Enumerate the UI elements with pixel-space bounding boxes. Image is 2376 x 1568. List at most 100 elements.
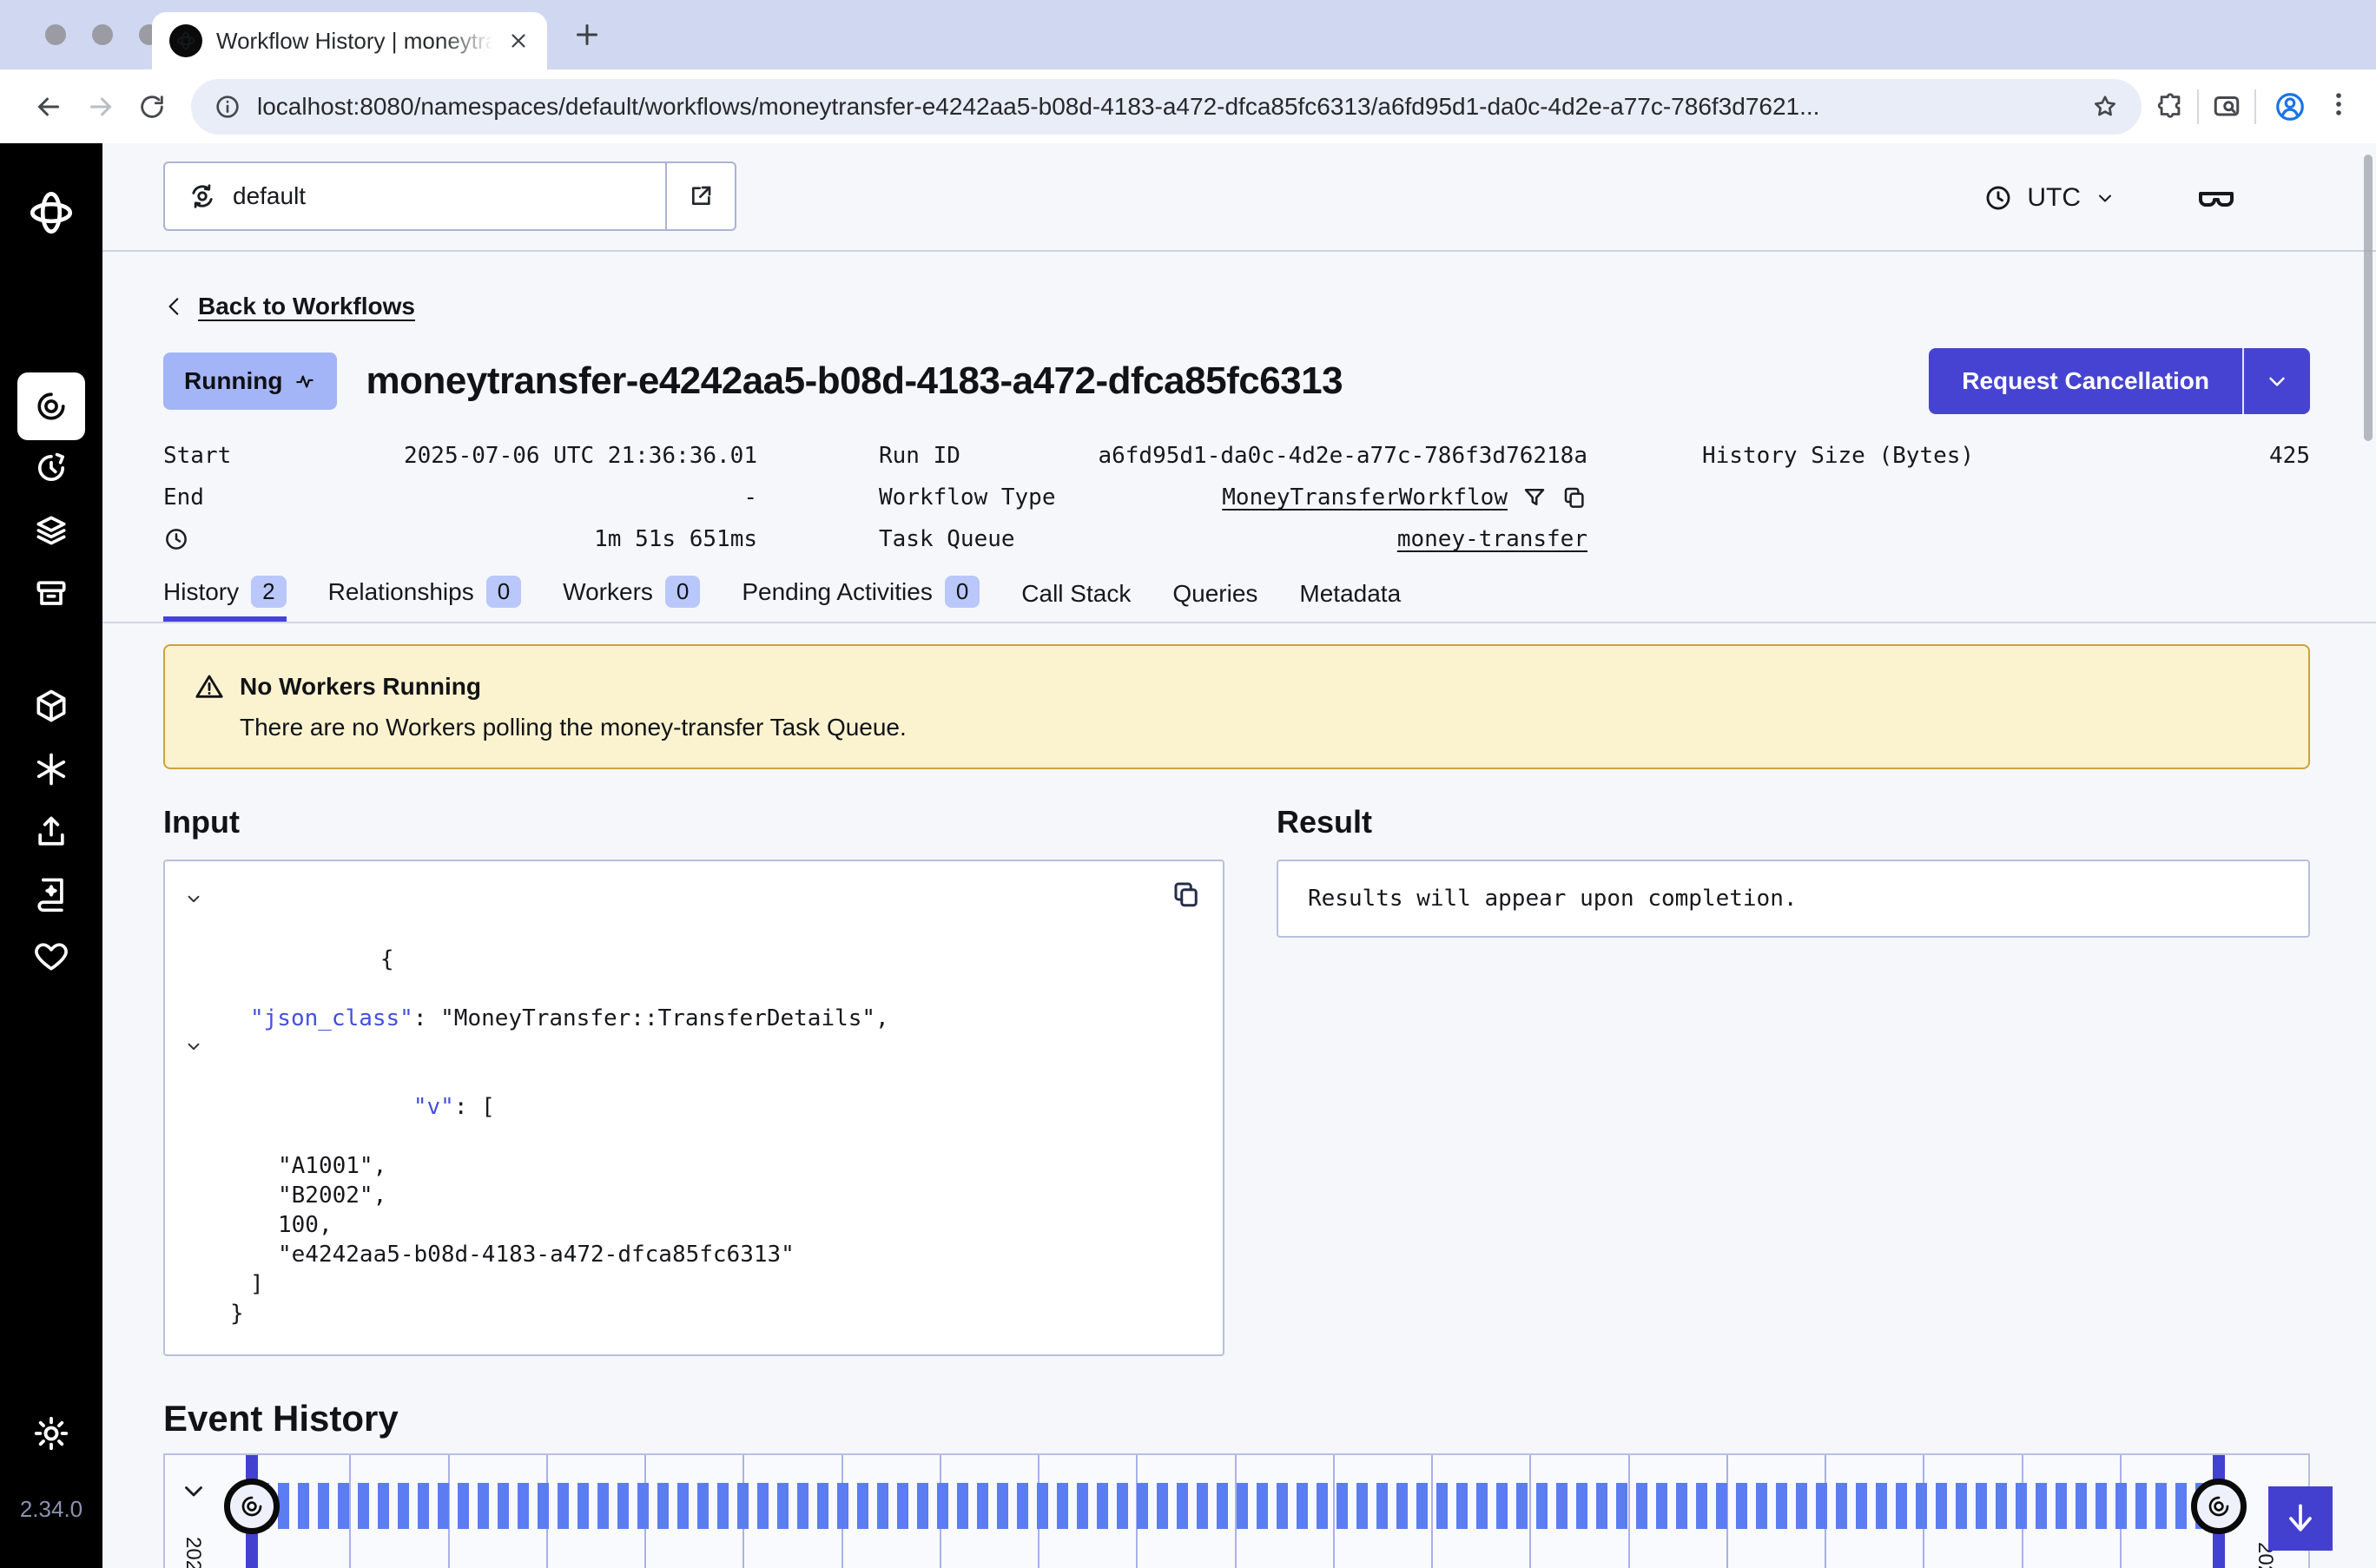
spiral-icon bbox=[238, 1492, 266, 1520]
namespace-name: default bbox=[233, 182, 306, 210]
timezone-selector[interactable]: UTC bbox=[1983, 143, 2115, 252]
workflow-details: Start2025-07-06 UTC 21:36:36.01 End- 1m … bbox=[163, 435, 2310, 560]
status-badge[interactable]: Running bbox=[163, 352, 337, 410]
temporal-logo-icon[interactable] bbox=[27, 188, 76, 237]
tab-count-badge: 0 bbox=[486, 576, 521, 608]
browser-tab-strip: Workflow History | moneytran bbox=[0, 0, 2376, 69]
warning-triangle-icon bbox=[195, 672, 224, 702]
site-info-icon[interactable] bbox=[214, 93, 241, 121]
toolbar-divider bbox=[2254, 89, 2256, 124]
sidebar-item-docs[interactable] bbox=[32, 875, 70, 913]
reload-icon[interactable] bbox=[137, 92, 167, 122]
workflow-tabs: History2 Relationships0 Workers0 Pending… bbox=[102, 576, 2376, 623]
app-topbar: default UTC bbox=[102, 143, 2376, 252]
tab-relationships[interactable]: Relationships0 bbox=[328, 576, 522, 622]
back-to-workflows-link[interactable]: Back to Workflows bbox=[163, 293, 415, 320]
sidebar-item-feedback[interactable] bbox=[32, 937, 70, 975]
tab-workers[interactable]: Workers0 bbox=[563, 576, 700, 622]
json-line: "v": [ bbox=[165, 1033, 1197, 1151]
browser-menu-kebab-icon[interactable] bbox=[2324, 89, 2353, 123]
profile-avatar-icon[interactable] bbox=[2274, 90, 2307, 123]
json-line: { bbox=[165, 886, 1197, 1004]
theme-sun-icon[interactable] bbox=[31, 1413, 71, 1453]
app-sidebar: 2.34.0 bbox=[0, 143, 102, 1568]
task-queue-link[interactable]: money-transfer bbox=[1397, 526, 1587, 552]
window-close-button[interactable] bbox=[45, 24, 66, 45]
latest-event-marker[interactable] bbox=[2191, 1479, 2247, 1534]
tab-history[interactable]: History2 bbox=[163, 576, 287, 622]
labs-glasses-icon[interactable] bbox=[2195, 143, 2237, 252]
tab-call-stack[interactable]: Call Stack bbox=[1021, 580, 1131, 622]
window-minimize-button[interactable] bbox=[92, 24, 113, 45]
tab-queries[interactable]: Queries bbox=[1172, 580, 1257, 622]
chevron-down-icon bbox=[2095, 188, 2115, 208]
extensions-puzzle-icon[interactable] bbox=[2155, 92, 2185, 122]
browser-toolbar: localhost:8080/namespaces/default/workfl… bbox=[0, 69, 2376, 143]
sidebar-item-import-events[interactable] bbox=[32, 813, 70, 851]
temporal-favicon-icon bbox=[169, 24, 202, 57]
input-json-viewer: { "json_class": "MoneyTransfer::Transfer… bbox=[163, 860, 1224, 1356]
json-line: } bbox=[165, 1299, 1197, 1328]
workflow-type-link[interactable]: MoneyTransferWorkflow bbox=[1222, 484, 1508, 511]
collapse-chevron-icon[interactable] bbox=[184, 1037, 203, 1056]
back-icon[interactable] bbox=[33, 91, 64, 122]
forward-icon[interactable] bbox=[85, 91, 116, 122]
tab-metadata[interactable]: Metadata bbox=[1299, 580, 1401, 622]
scroll-to-bottom-button[interactable] bbox=[2268, 1486, 2333, 1551]
schedules-clock-icon bbox=[32, 449, 70, 487]
timeline-running-span-bar[interactable] bbox=[258, 1483, 2213, 1529]
request-cancellation-button[interactable]: Request Cancellation bbox=[1929, 348, 2310, 414]
event-history-heading: Event History bbox=[163, 1398, 2310, 1440]
json-line: "A1001", bbox=[165, 1151, 1197, 1181]
sidebar-item-batch-operations[interactable] bbox=[32, 575, 70, 613]
json-line: 100, bbox=[165, 1210, 1197, 1240]
sidebar-item-workflows[interactable] bbox=[17, 372, 85, 440]
new-tab-button[interactable] bbox=[571, 19, 603, 50]
sidebar-item-nexus[interactable] bbox=[32, 750, 70, 788]
batch-archive-icon bbox=[32, 575, 70, 613]
main-content: default UTC Back to Workflows bbox=[102, 143, 2376, 1568]
detail-duration: 1m 51s 651ms bbox=[163, 518, 757, 560]
url-text[interactable]: localhost:8080/namespaces/default/workfl… bbox=[257, 93, 2076, 121]
tab-count-badge: 0 bbox=[945, 576, 980, 608]
workflow-started-event-marker[interactable] bbox=[224, 1479, 280, 1534]
timeline-collapse-chevron-icon[interactable] bbox=[179, 1476, 208, 1505]
namespace-selector[interactable]: default bbox=[163, 161, 736, 231]
detail-start: Start2025-07-06 UTC 21:36:36.01 bbox=[163, 435, 757, 477]
nexus-asterisk-icon bbox=[32, 750, 70, 788]
result-box: Results will appear upon completion. bbox=[1277, 860, 2310, 938]
bookmark-star-icon[interactable] bbox=[2091, 93, 2119, 121]
json-line: "json_class": "MoneyTransfer::TransferDe… bbox=[165, 1004, 1197, 1033]
collapse-chevron-icon[interactable] bbox=[184, 889, 203, 908]
import-upload-icon bbox=[32, 813, 70, 851]
event-history-timeline[interactable]: 2025-07-06 UTC 21:36:36.011 2025-07-06 U… bbox=[163, 1453, 2310, 1568]
window-controls[interactable] bbox=[45, 24, 160, 45]
feedback-heart-icon bbox=[32, 937, 70, 975]
tab-search-icon[interactable] bbox=[2211, 91, 2242, 122]
pulse-icon bbox=[294, 370, 316, 392]
filter-funnel-icon[interactable] bbox=[1521, 484, 1548, 511]
tab-count-badge: 2 bbox=[251, 576, 286, 608]
sidebar-item-schedules[interactable] bbox=[32, 449, 70, 487]
sidebar-item-namespaces[interactable] bbox=[32, 687, 70, 725]
json-line: "e4242aa5-b08d-4183-a472-dfca85fc6313" bbox=[165, 1240, 1197, 1269]
browser-scrollbar-thumb[interactable] bbox=[2364, 155, 2373, 441]
tab-close-icon[interactable] bbox=[507, 30, 530, 52]
browser-tab[interactable]: Workflow History | moneytran bbox=[152, 12, 547, 69]
deployments-layers-icon bbox=[32, 511, 70, 550]
cancel-menu-chevron-icon[interactable] bbox=[2242, 348, 2310, 414]
namespace-open-icon[interactable] bbox=[665, 163, 735, 229]
sidebar-item-deployments[interactable] bbox=[32, 511, 70, 550]
clock-icon bbox=[1983, 183, 2013, 213]
copy-icon[interactable] bbox=[1561, 484, 1587, 511]
url-bar[interactable]: localhost:8080/namespaces/default/workfl… bbox=[191, 79, 2142, 135]
detail-run-id: Run IDa6fd95d1-da0c-4d2e-a77c-786f3d7621… bbox=[879, 435, 1587, 477]
tab-pending-activities[interactable]: Pending Activities0 bbox=[742, 576, 980, 622]
detail-end: End- bbox=[163, 477, 757, 518]
duration-clock-icon bbox=[163, 526, 189, 552]
detail-history-size: History Size (Bytes)425 bbox=[1702, 435, 2310, 477]
workflow-title: moneytransfer-e4242aa5-b08d-4183-a472-df… bbox=[366, 359, 1930, 403]
arrow-down-icon bbox=[2281, 1499, 2320, 1538]
json-line: ] bbox=[165, 1269, 1197, 1299]
chevron-left-icon bbox=[163, 295, 186, 318]
